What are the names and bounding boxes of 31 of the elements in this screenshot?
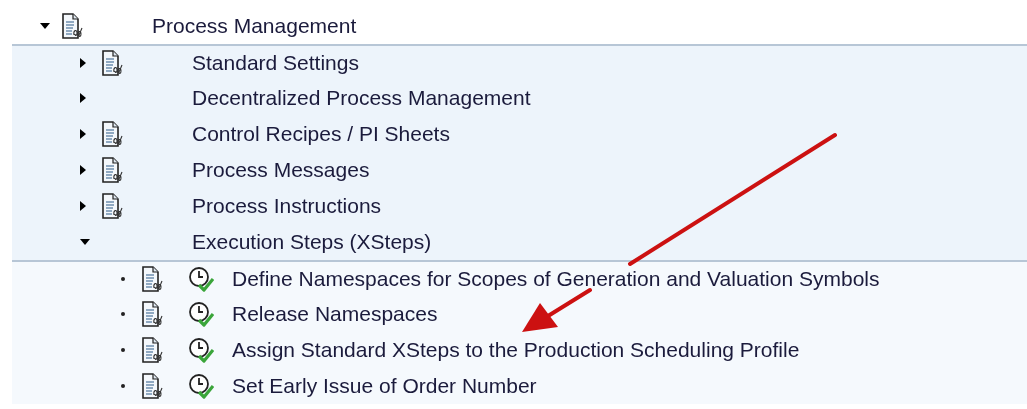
bullet-icon xyxy=(121,277,125,281)
expand-caret-icon[interactable] xyxy=(40,23,50,29)
tree-item-label[interactable]: Execution Steps (XSteps) xyxy=(192,230,432,254)
document-icon xyxy=(102,121,124,147)
collapse-caret-icon[interactable] xyxy=(80,201,86,211)
document-icon xyxy=(102,193,124,219)
tree-item-label[interactable]: Process Management xyxy=(152,14,357,38)
clock-check-icon xyxy=(188,373,214,399)
tree-item-label[interactable]: Release Namespaces xyxy=(232,302,438,326)
clock-check-icon xyxy=(188,337,214,363)
tree-item-label[interactable]: Standard Settings xyxy=(192,51,359,75)
bullet-icon xyxy=(121,312,125,316)
bullet-icon xyxy=(121,348,125,352)
bullet-icon xyxy=(121,384,125,388)
document-icon xyxy=(142,373,164,399)
expand-caret-icon[interactable] xyxy=(80,239,90,245)
document-icon xyxy=(62,13,84,39)
collapse-caret-icon[interactable] xyxy=(80,93,86,103)
collapse-caret-icon[interactable] xyxy=(80,58,86,68)
clock-check-icon xyxy=(188,301,214,327)
document-icon xyxy=(142,301,164,327)
tree-item-label[interactable]: Process Messages xyxy=(192,158,370,182)
tree-item-label[interactable]: Process Instructions xyxy=(192,194,382,218)
collapse-caret-icon[interactable] xyxy=(80,165,86,175)
tree-item-label[interactable]: Control Recipes / PI Sheets xyxy=(192,122,450,146)
clock-check-icon xyxy=(188,266,214,292)
document-icon xyxy=(102,157,124,183)
document-icon xyxy=(102,50,124,76)
document-icon xyxy=(142,337,164,363)
collapse-caret-icon[interactable] xyxy=(80,129,86,139)
document-icon xyxy=(142,266,164,292)
